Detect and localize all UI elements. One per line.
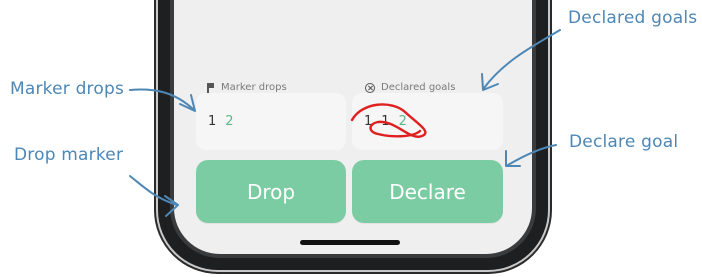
callout-drop-marker: Drop marker xyxy=(14,145,124,165)
callout-declared-goals: Declared goals xyxy=(568,8,698,28)
declare-button[interactable]: Declare xyxy=(352,160,503,223)
marker-drops-label: Marker drops xyxy=(221,82,287,93)
marker-drops-values: 1 2 xyxy=(196,93,346,150)
callout-marker-drops: Marker drops xyxy=(10,79,125,99)
phone-screen: Marker drops Declared goals 1 2 1 1 2 Dr… xyxy=(174,0,532,254)
declared-goals-label-row: Declared goals xyxy=(365,82,455,93)
declared-goal-value: 1 xyxy=(381,114,390,129)
declared-goal-value: 1 xyxy=(364,114,373,129)
phone-frame: Marker drops Declared goals 1 2 1 1 2 Dr… xyxy=(158,0,548,270)
home-indicator xyxy=(300,240,400,245)
callout-declare-goal: Declare goal xyxy=(569,132,679,152)
marker-drops-label-row: Marker drops xyxy=(207,82,287,93)
x-circle-icon xyxy=(365,82,375,93)
declared-goals-values: 1 1 2 xyxy=(352,93,503,150)
phone-bezel: Marker drops Declared goals 1 2 1 1 2 Dr… xyxy=(170,0,536,258)
declared-goal-value-latest: 2 xyxy=(398,114,407,129)
flag-icon xyxy=(207,82,215,93)
marker-drop-value: 1 xyxy=(208,114,217,129)
annotated-screenshot: Marker drops Declared goals 1 2 1 1 2 Dr… xyxy=(0,0,702,277)
marker-drop-value-latest: 2 xyxy=(225,114,234,129)
declared-goals-label: Declared goals xyxy=(381,82,456,93)
drop-button[interactable]: Drop xyxy=(196,160,346,223)
